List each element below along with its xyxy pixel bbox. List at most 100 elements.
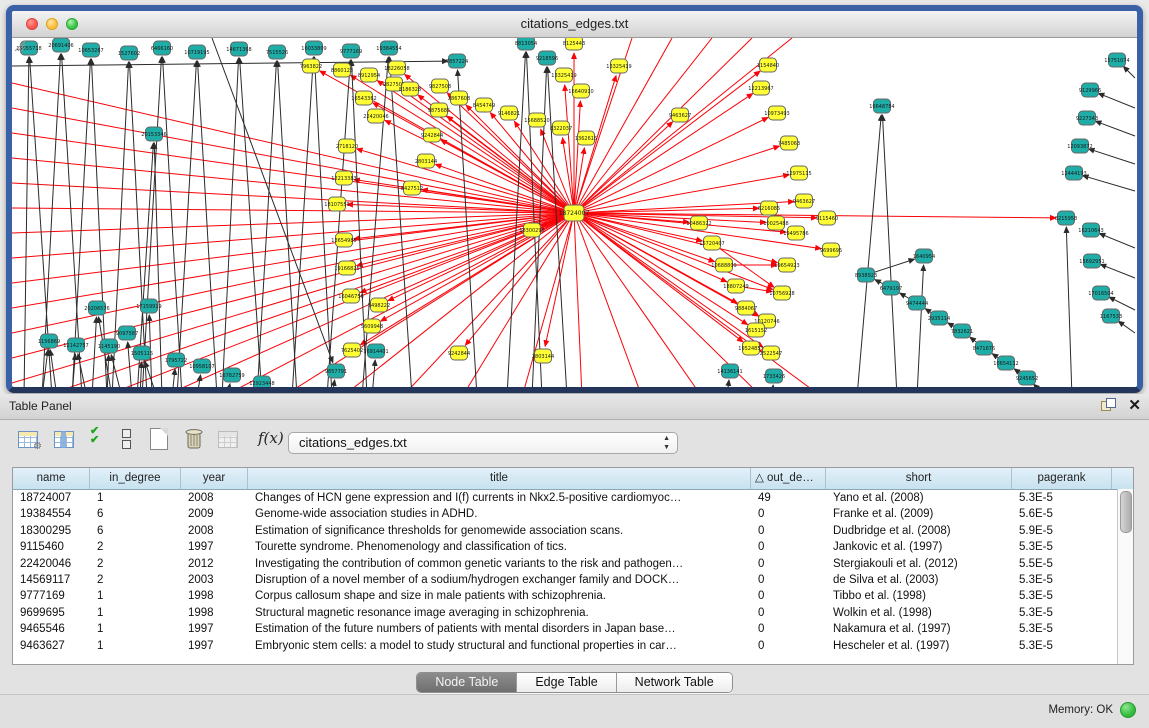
tab-edge-table[interactable]: Edge Table: [517, 673, 616, 692]
graph-node[interactable]: 17159919: [136, 299, 161, 313]
graph-node[interactable]: 1527602: [118, 46, 140, 60]
red-edge[interactable]: [42, 213, 574, 387]
graph-node[interactable]: 1167533: [1100, 309, 1122, 323]
float-window-icon[interactable]: [1101, 398, 1116, 413]
graph-node[interactable]: 1733426: [763, 369, 785, 383]
graph-node[interactable]: 7625402: [341, 343, 363, 357]
graph-node[interactable]: 9245652: [1016, 371, 1038, 385]
black-edge[interactable]: [1123, 66, 1135, 78]
graph-node[interactable]: 19384554: [376, 41, 401, 55]
tab-network-table[interactable]: Network Table: [617, 673, 732, 692]
graph-node[interactable]: 6479197: [880, 281, 902, 295]
graph-node[interactable]: 12213383: [331, 171, 356, 185]
graph-node[interactable]: 10025488: [763, 216, 788, 230]
graph-node[interactable]: 2867608: [448, 91, 470, 105]
graph-node[interactable]: 12923448: [249, 376, 274, 387]
column-header-year[interactable]: year: [181, 468, 248, 489]
graph-node[interactable]: 14671368: [226, 42, 251, 56]
graph-node[interactable]: 15751074: [1104, 53, 1129, 67]
red-edge[interactable]: [282, 213, 574, 387]
graph-node[interactable]: 2803144: [415, 154, 437, 168]
graph-node[interactable]: 8938923: [855, 268, 877, 282]
table-mode-icon[interactable]: ⚙: [18, 431, 38, 448]
graph-node[interactable]: 7485063: [778, 136, 800, 150]
graph-node[interactable]: 8860123: [331, 63, 353, 77]
graph-node[interactable]: 5498222: [368, 298, 390, 312]
minimize-window-button[interactable]: [46, 18, 58, 30]
graph-node[interactable]: 8186328: [399, 82, 421, 96]
graph-node[interactable]: 6466160: [151, 41, 173, 55]
red-edge[interactable]: [388, 213, 574, 301]
clear-selection-icon[interactable]: [122, 429, 131, 451]
graph-node[interactable]: 10719195: [184, 45, 209, 59]
column-header-name[interactable]: name: [13, 468, 90, 489]
black-edge[interactable]: [1100, 264, 1135, 278]
table-row[interactable]: 911546021997Tourette syndrome. Phenomeno…: [13, 539, 1133, 555]
graph-node[interactable]: 2935114: [928, 311, 950, 325]
graph-node[interactable]: 16648784: [869, 99, 894, 113]
graph-node[interactable]: 7832621: [951, 324, 973, 338]
graph-node[interactable]: 16210643: [1078, 223, 1103, 237]
column-header-indegree[interactable]: in_degree: [90, 468, 181, 489]
table-row[interactable]: 946554611997Estimation of the future num…: [13, 621, 1133, 637]
graph-node[interactable]: 16914401: [363, 344, 388, 358]
table-panel-header[interactable]: Table Panel ✕: [0, 394, 1149, 420]
black-edge[interactable]: [458, 70, 477, 387]
graph-node[interactable]: 16046756: [338, 289, 363, 303]
black-edge[interactable]: [91, 59, 107, 387]
memory-status-icon[interactable]: [1120, 702, 1136, 718]
graph-node[interactable]: 20691406: [48, 38, 73, 52]
black-edge[interactable]: [227, 384, 230, 387]
black-edge[interactable]: [917, 265, 924, 387]
graph-node[interactable]: 18807249: [723, 279, 748, 293]
graph-node[interactable]: 10653267: [78, 43, 103, 57]
column-header-outde[interactable]: △ out_de…: [751, 468, 826, 489]
black-edge[interactable]: [62, 54, 82, 387]
black-edge[interactable]: [372, 360, 375, 387]
scrollbar-thumb[interactable]: [1120, 491, 1132, 533]
graph-node[interactable]: 1640954: [913, 249, 935, 263]
graph-node[interactable]: 1505115: [131, 346, 153, 360]
black-edge[interactable]: [172, 369, 175, 387]
red-edge[interactable]: [574, 213, 762, 387]
graph-node[interactable]: 15692951: [1079, 254, 1104, 268]
resize-grip-icon[interactable]: [12, 38, 26, 52]
graph-node[interactable]: 8125443: [563, 38, 585, 50]
red-edge[interactable]: [574, 117, 768, 213]
graph-node[interactable]: 10688809: [711, 258, 736, 272]
graph-node[interactable]: 8912954: [358, 68, 380, 82]
graph-node[interactable]: 8215958: [1055, 211, 1077, 225]
black-edge[interactable]: [222, 58, 239, 387]
table-row[interactable]: 1830029562008Estimation of significance …: [13, 523, 1133, 539]
graph-node[interactable]: 9097587: [116, 326, 138, 340]
table-row[interactable]: 1938455462009Genome-wide association stu…: [13, 506, 1133, 522]
graph-node[interactable]: 12444193: [1061, 166, 1086, 180]
window-titlebar[interactable]: citations_edges.txt: [12, 11, 1137, 38]
graph-node[interactable]: 12093872: [1067, 139, 1092, 153]
graph-node[interactable]: 9474444: [906, 296, 928, 310]
graph-node[interactable]: 10756928: [769, 286, 794, 300]
graph-node[interactable]: 10486322: [686, 216, 711, 230]
network-canvas[interactable]: 1872400779638228860123891295418226058982…: [12, 38, 1137, 387]
show-columns-icon[interactable]: [54, 431, 74, 448]
black-edge[interactable]: [24, 57, 29, 387]
graph-node[interactable]: 10654112: [993, 356, 1018, 370]
attribute-table[interactable]: namein_degreeyeartitle△ out_de…shortpage…: [12, 467, 1134, 665]
delete-icon[interactable]: [184, 427, 204, 455]
graph-node[interactable]: 2522547: [760, 346, 782, 360]
red-edge[interactable]: [574, 94, 753, 213]
red-edge[interactable]: [574, 213, 582, 387]
column-header-title[interactable]: title: [248, 468, 751, 489]
graph-node[interactable]: 7857224: [446, 54, 468, 68]
graph-node[interactable]: 14136141: [717, 364, 742, 378]
graph-node[interactable]: 16033809: [301, 41, 326, 55]
red-edge[interactable]: [12, 213, 574, 383]
graph-node[interactable]: 1154840: [757, 58, 779, 72]
graph-node[interactable]: 8427512: [401, 181, 423, 195]
red-edge[interactable]: [12, 213, 574, 258]
graph-node[interactable]: 8471676: [973, 341, 995, 355]
graph-node[interactable]: 9827508: [429, 79, 451, 93]
table-row[interactable]: 1872400712008Changes of HCN gene express…: [13, 490, 1133, 506]
black-edge[interactable]: [92, 317, 96, 387]
graph-node[interactable]: 18107553: [324, 197, 349, 211]
